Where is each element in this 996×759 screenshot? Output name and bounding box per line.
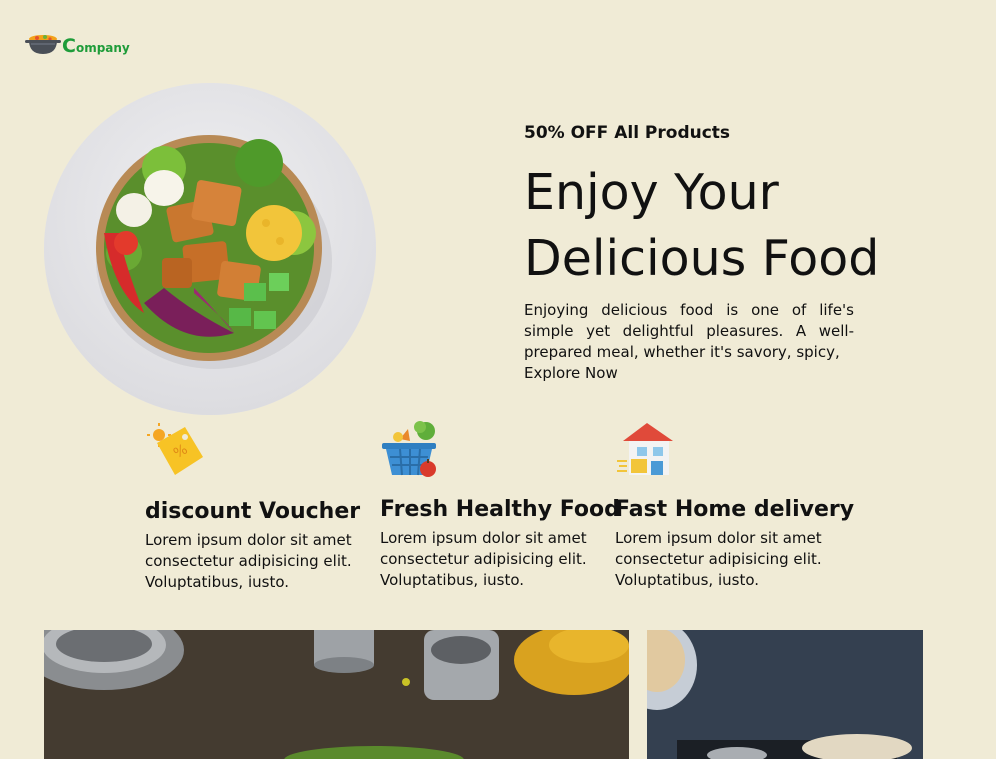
discount-tag-icon: % [145, 421, 205, 481]
feature-text-line: consectetur adipisicing elit. [380, 550, 587, 568]
feature-text-line: Voluptatibus, iusto. [380, 571, 525, 589]
brand-logo[interactable]: Company [25, 30, 130, 56]
feature-fast-home-delivery: Fast Home delivery Lorem ipsum dolor sit… [615, 419, 855, 591]
explore-now-link[interactable]: Explore Now [524, 364, 618, 382]
food-photo [647, 630, 923, 759]
hero-title: Enjoy Your Delicious Food [524, 160, 944, 292]
feature-fresh-healthy-food: Fresh Healthy Food Lorem ipsum dolor sit… [380, 419, 620, 591]
feature-text: Lorem ipsum dolor sit amet consectetur a… [145, 530, 370, 593]
brand-rest: ompany [75, 41, 130, 55]
brand-name: Company [62, 35, 130, 57]
feature-text-line: Lorem ipsum dolor sit amet [380, 529, 587, 547]
hero-title-line1: Enjoy Your [524, 164, 779, 221]
feature-text-line: consectetur adipisicing elit. [145, 552, 352, 570]
hero-description: Enjoying delicious food is one of life's… [524, 301, 854, 361]
promo-label: 50% OFF All Products [524, 123, 731, 143]
feature-discount-voucher: % discount Voucher Lorem ipsum dolor sit… [145, 421, 370, 593]
feature-text-line: Lorem ipsum dolor sit amet [145, 531, 352, 549]
feature-text-line: Lorem ipsum dolor sit amet [615, 529, 822, 547]
feature-title: Fresh Healthy Food [380, 497, 620, 522]
feature-title: discount Voucher [145, 499, 361, 524]
feature-text-line: consectetur adipisicing elit. [615, 550, 822, 568]
hero-title-line2: Delicious Food [524, 230, 880, 287]
brand-initial: C [62, 35, 76, 57]
kitchen-photo [44, 630, 629, 759]
grocery-basket-icon [380, 419, 440, 479]
delivery-house-icon [615, 419, 675, 479]
cooking-pot-icon [25, 30, 61, 56]
feature-title: Fast Home delivery [615, 497, 855, 522]
feature-text-line: Voluptatibus, iusto. [145, 573, 290, 591]
food-bowl-image [44, 83, 376, 415]
feature-text-line: Voluptatibus, iusto. [615, 571, 760, 589]
feature-text: Lorem ipsum dolor sit amet consectetur a… [380, 528, 605, 591]
feature-text: Lorem ipsum dolor sit amet consectetur a… [615, 528, 840, 591]
